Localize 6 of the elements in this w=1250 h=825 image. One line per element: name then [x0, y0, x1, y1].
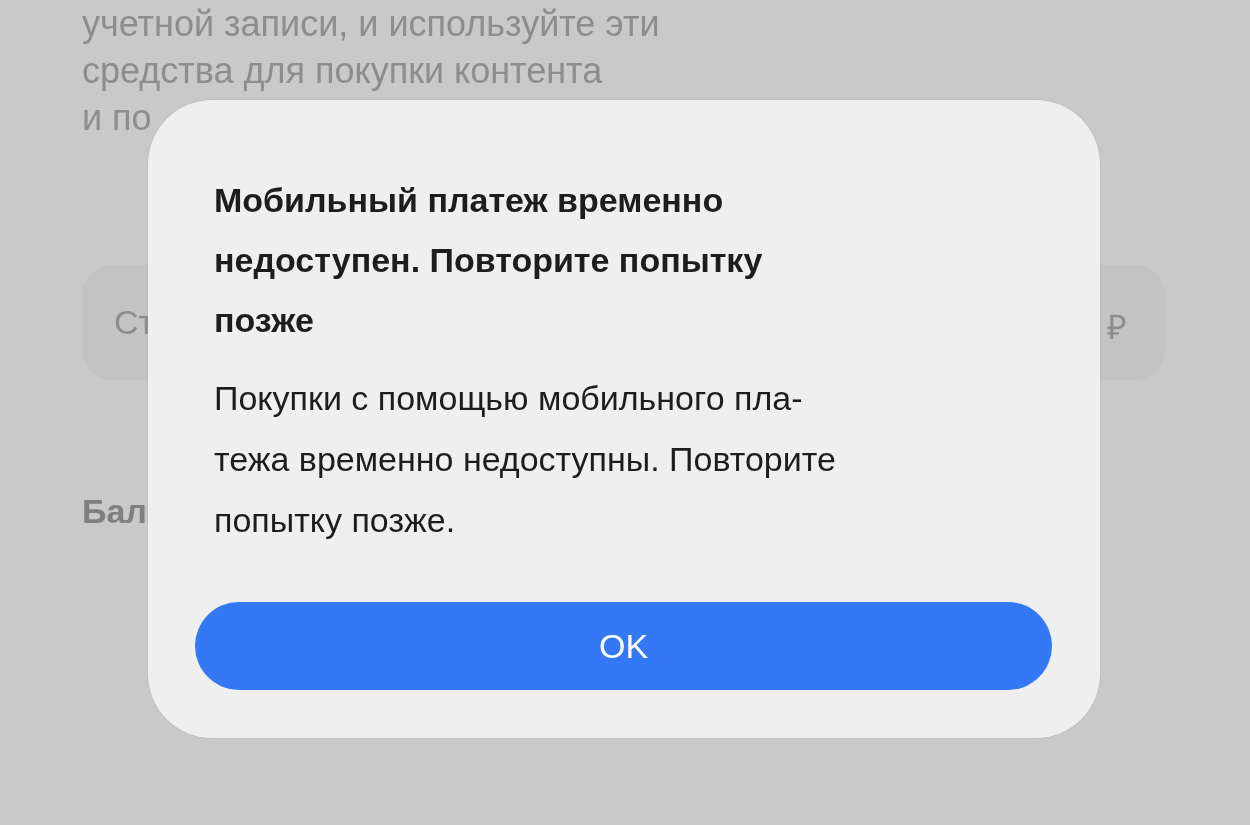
background-paragraph: учетной записи, и используйте эти средства для покупки контента и по	[82, 2, 660, 140]
ok-button[interactable]: OK	[195, 602, 1052, 690]
alert-title: Мобильный платеж временно недоступен. Повторите попытку позже	[214, 180, 764, 341]
currency-sign: ₽	[1107, 307, 1127, 348]
alert-message: Покупки с помощью мобильного пла- тежа временно недоступны. Повторите попытку позже.	[214, 378, 837, 541]
balance-label: Бал	[82, 492, 147, 531]
